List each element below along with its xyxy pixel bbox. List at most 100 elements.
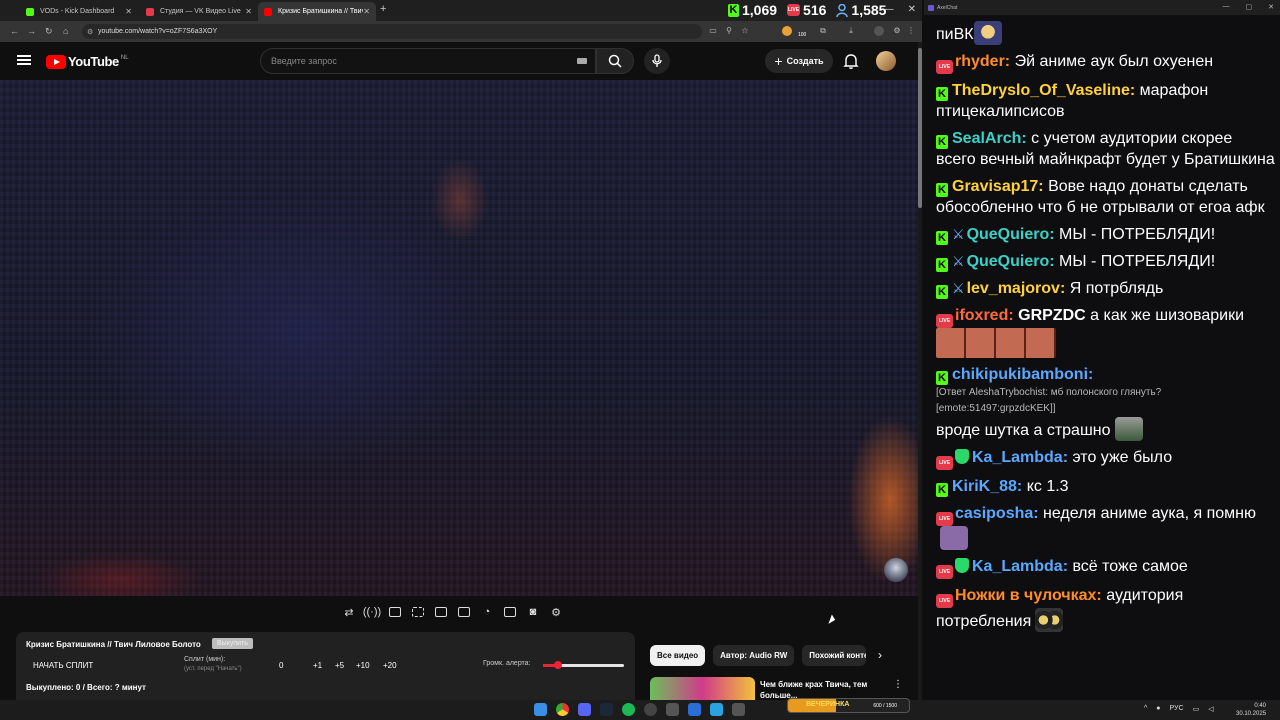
url-text: youtube.com/watch?v=oZF7S6a3XOY (98, 28, 218, 35)
download-icon[interactable]: ⤓ (846, 26, 856, 36)
increment-10-button[interactable]: +10 (356, 661, 370, 670)
telegram-icon[interactable] (710, 703, 723, 716)
related-video-thumbnail[interactable] (650, 677, 755, 700)
site-info-icon[interactable]: ⚙ (87, 28, 93, 36)
new-tab-button[interactable]: + (380, 3, 386, 15)
chat-username[interactable]: chikipukibamboni: (952, 366, 1093, 383)
extension-icon[interactable] (782, 26, 792, 36)
film-icon[interactable] (409, 603, 427, 621)
discord-icon[interactable] (578, 703, 591, 716)
increment-20-button[interactable]: +20 (383, 661, 397, 670)
tab-strip: VODs - Kick Dashboard ✕ Студия — VK Виде… (0, 0, 922, 21)
minimize-icon[interactable]: — (1223, 3, 1230, 11)
chip-all-videos[interactable]: Все видео (650, 645, 706, 666)
speed-gauge-icon[interactable]: ◔ (478, 603, 496, 621)
add-clip-icon[interactable] (501, 603, 519, 621)
keyboard-icon[interactable] (577, 58, 587, 64)
close-icon[interactable]: ✕ (1268, 3, 1274, 11)
app-icon[interactable] (688, 703, 701, 716)
hamburger-menu-icon[interactable] (17, 55, 31, 66)
chevron-right-icon[interactable]: › (878, 648, 882, 662)
cast-icon[interactable]: ▭ (708, 26, 718, 36)
create-button[interactable]: + Создать (765, 49, 833, 73)
user-avatar[interactable] (876, 51, 896, 71)
scrollbar-thumb[interactable] (918, 48, 922, 208)
related-video-title[interactable]: Чем ближе крах Твича, тем больше... (760, 679, 880, 700)
chat-username[interactable]: ifoxred: (955, 307, 1014, 324)
reload-icon[interactable]: ↻ (45, 26, 53, 37)
chat-emote-image (940, 526, 968, 550)
close-icon[interactable]: ✕ (363, 7, 370, 16)
app-icon (928, 4, 934, 11)
close-window-icon[interactable]: ✕ (908, 4, 916, 15)
clip-icon[interactable] (386, 603, 404, 621)
screenshot-camera-icon[interactable]: ◙ (524, 603, 542, 621)
zoom-icon[interactable]: ⚲ (724, 26, 734, 36)
buyout-button[interactable]: Выкупить (212, 638, 253, 649)
network-icon[interactable]: ▭ (1193, 705, 1200, 713)
chat-reply-emote: [emote:51497:grpzdcKEK]] (936, 403, 1056, 414)
steam-icon[interactable] (600, 703, 613, 716)
settings-gear-icon[interactable]: ⚙ (547, 603, 565, 621)
youtube-logo[interactable]: YouTube NL (46, 54, 129, 69)
clock[interactable]: 0:40 30.10.2025 (1236, 702, 1266, 718)
search-button[interactable] (596, 48, 634, 74)
settings-gear-icon[interactable]: ⚙ (892, 26, 902, 36)
chat-username[interactable]: Ka_Lambda: (972, 449, 1068, 466)
search-input[interactable]: Введите запрос (260, 48, 596, 74)
chat-username[interactable]: SealArch: (952, 130, 1027, 147)
increment-5-button[interactable]: +5 (335, 661, 344, 670)
start-split-button[interactable]: НАЧАТЬ СПЛИТ (33, 661, 93, 670)
chat-username[interactable]: Gravisap17: (952, 178, 1044, 195)
close-icon[interactable]: ✕ (245, 7, 252, 16)
more-menu-icon[interactable]: ⋮ (906, 26, 916, 36)
chat-username[interactable]: rhyder: (955, 53, 1010, 70)
chat-username[interactable]: QueQuiero: (967, 226, 1055, 243)
broadcast-icon[interactable]: ((·)) (363, 603, 381, 621)
video-player[interactable] (0, 80, 918, 596)
more-vert-icon[interactable]: ⋮ (893, 679, 903, 690)
increment-1-button[interactable]: +1 (313, 661, 322, 670)
chevron-up-icon[interactable]: ^ (1144, 705, 1147, 713)
windows-start-icon[interactable] (534, 703, 547, 716)
chip-similar[interactable]: Похожий контент (802, 645, 867, 666)
tab-youtube-video[interactable]: Кризис Братишкина // Твич Л ✕ (258, 2, 376, 21)
maximize-icon[interactable]: ▢ (1246, 3, 1253, 11)
close-icon[interactable]: ✕ (125, 7, 132, 16)
page-scrollbar[interactable] (918, 42, 922, 700)
chat-username[interactable]: KiriK_88: (952, 478, 1022, 495)
alert-volume-slider[interactable] (543, 661, 624, 669)
obs-icon[interactable] (644, 703, 657, 716)
loop-icon[interactable]: ⇄ (340, 603, 358, 621)
forward-icon[interactable]: → (27, 26, 36, 36)
volume-icon[interactable]: ◁ (1208, 705, 1213, 713)
tab-vk-studio[interactable]: Студия — VK Видео Live ✕ (140, 2, 258, 21)
extensions-puzzle-icon[interactable]: ⧉ (818, 26, 828, 36)
notifications-bell-icon[interactable] (842, 52, 860, 70)
chat-username[interactable]: casiposha: (955, 505, 1039, 522)
app-icon[interactable] (732, 703, 745, 716)
chrome-icon[interactable] (556, 703, 569, 716)
back-icon[interactable]: ← (10, 26, 19, 36)
alert-volume-knob[interactable] (553, 661, 562, 669)
profile-icon[interactable] (874, 26, 884, 36)
chip-author[interactable]: Автор: Audio RW (713, 645, 795, 666)
language-indicator[interactable]: РУС (1170, 705, 1184, 713)
bookmark-star-icon[interactable]: ☆ (740, 26, 750, 36)
chat-username[interactable]: Ka_Lambda: (972, 558, 1068, 575)
app-icon[interactable] (666, 703, 679, 716)
voice-search-button[interactable] (644, 48, 670, 74)
chat-username[interactable]: Ножки в чулочках: (955, 587, 1102, 604)
spotify-icon[interactable] (622, 703, 635, 716)
home-icon[interactable]: ⌂ (63, 26, 68, 36)
subtitles-icon[interactable] (455, 603, 473, 621)
microphone-icon[interactable]: ● (1156, 705, 1160, 713)
chat-username[interactable]: TheDryslo_Of_Vaseline: (952, 82, 1135, 99)
chat-username[interactable]: QueQuiero: (967, 253, 1055, 270)
minimize-icon[interactable]: — (884, 4, 894, 15)
tab-kick-dashboard[interactable]: VODs - Kick Dashboard ✕ (20, 2, 138, 21)
picture-in-picture-icon[interactable] (432, 603, 450, 621)
split-minutes-value[interactable]: 0 (279, 661, 283, 670)
chat-username[interactable]: lev_majorov: (967, 280, 1066, 297)
url-field[interactable]: ⚙ youtube.com/watch?v=oZF7S6a3XOY (82, 24, 702, 39)
